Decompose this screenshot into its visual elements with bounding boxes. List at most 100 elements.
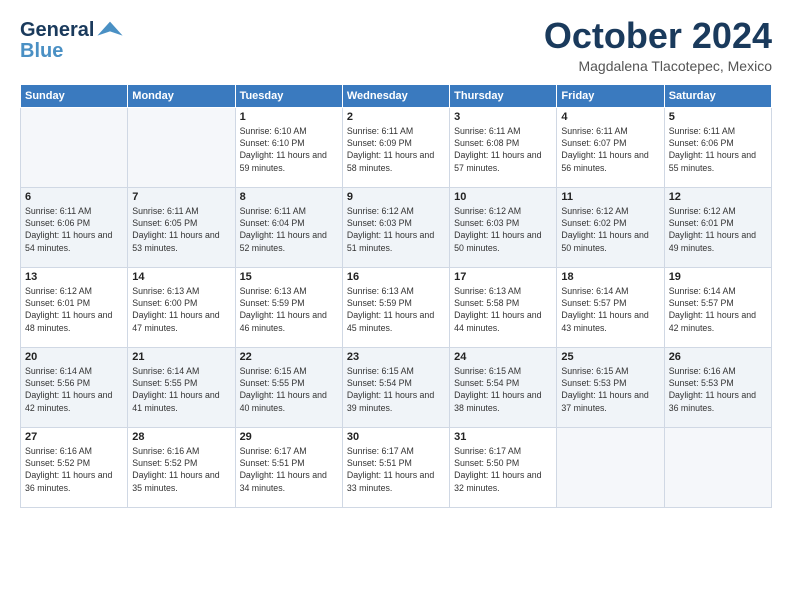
day-info: Sunrise: 6:11 AM Sunset: 6:07 PM Dayligh…	[561, 125, 659, 174]
day-number: 9	[347, 191, 445, 203]
day-number: 1	[240, 111, 338, 123]
day-info: Sunrise: 6:15 AM Sunset: 5:54 PM Dayligh…	[347, 365, 445, 414]
day-number: 12	[669, 191, 767, 203]
day-number: 22	[240, 351, 338, 363]
day-info: Sunrise: 6:16 AM Sunset: 5:52 PM Dayligh…	[132, 445, 230, 494]
col-tuesday: Tuesday	[235, 84, 342, 107]
day-number: 10	[454, 191, 552, 203]
table-row: 7Sunrise: 6:11 AM Sunset: 6:05 PM Daylig…	[128, 187, 235, 267]
day-info: Sunrise: 6:14 AM Sunset: 5:56 PM Dayligh…	[25, 365, 123, 414]
table-row: 27 Sunrise: 6:16 AM Sunset: 5:52 PM Dayli…	[21, 427, 128, 507]
table-row: 25 Sunrise: 6:15 AM Sunset: 5:53 PM Dayli…	[557, 347, 664, 427]
day-number: 20	[25, 351, 123, 363]
logo-blue: Blue	[20, 40, 63, 63]
table-row: 11 Sunrise: 6:12 AM Sunset: 6:02 PM Dayli…	[557, 187, 664, 267]
day-number: 14	[132, 271, 230, 283]
day-number: 4	[561, 111, 659, 123]
table-row: 18Sunrise: 6:14 AM Sunset: 5:57 PM Dayli…	[557, 267, 664, 347]
table-row	[557, 427, 664, 507]
day-number: 29	[240, 431, 338, 443]
month-title: October 2024	[544, 16, 772, 56]
day-number: 23	[347, 351, 445, 363]
col-sunday: Sunday	[21, 84, 128, 107]
day-number: 21	[132, 351, 230, 363]
day-info: Sunrise: 6:15 AM Sunset: 5:55 PM Dayligh…	[240, 365, 338, 414]
title-block: October 2024 Magdalena Tlacotepec, Mexic…	[544, 16, 772, 74]
location-title: Magdalena Tlacotepec, Mexico	[544, 58, 772, 74]
day-info: Sunrise: 6:15 AM Sunset: 5:53 PM Dayligh…	[561, 365, 659, 414]
day-number: 17	[454, 271, 552, 283]
day-info: Sunrise: 6:15 AM Sunset: 5:54 PM Dayligh…	[454, 365, 552, 414]
day-number: 5	[669, 111, 767, 123]
calendar-week-row: 20 Sunrise: 6:14 AM Sunset: 5:56 PM Dayli…	[21, 347, 772, 427]
table-row	[21, 107, 128, 187]
day-number: 16	[347, 271, 445, 283]
day-info: Sunrise: 6:12 AM Sunset: 6:01 PM Dayligh…	[669, 205, 767, 254]
day-number: 24	[454, 351, 552, 363]
day-info: Sunrise: 6:10 AM Sunset: 6:10 PM Dayligh…	[240, 125, 338, 174]
day-number: 31	[454, 431, 552, 443]
day-info: Sunrise: 6:16 AM Sunset: 5:52 PM Dayligh…	[25, 445, 123, 494]
table-row: 22 Sunrise: 6:15 AM Sunset: 5:55 PM Dayli…	[235, 347, 342, 427]
day-number: 6	[25, 191, 123, 203]
table-row: 16 Sunrise: 6:13 AM Sunset: 5:59 PM Dayli…	[342, 267, 449, 347]
table-row: 20 Sunrise: 6:14 AM Sunset: 5:56 PM Dayli…	[21, 347, 128, 427]
calendar-header-row: Sunday Monday Tuesday Wednesday Thursday…	[21, 84, 772, 107]
table-row: 6 Sunrise: 6:11 AM Sunset: 6:06 PM Daylig…	[21, 187, 128, 267]
table-row: 30 Sunrise: 6:17 AM Sunset: 5:51 PM Dayli…	[342, 427, 449, 507]
day-number: 19	[669, 271, 767, 283]
page: General Blue October 2024 Magdalena Tlac…	[0, 0, 792, 612]
table-row: 24 Sunrise: 6:15 AM Sunset: 5:54 PM Dayli…	[450, 347, 557, 427]
table-row: 1 Sunrise: 6:10 AM Sunset: 6:10 PM Daylig…	[235, 107, 342, 187]
day-info: Sunrise: 6:13 AM Sunset: 5:59 PM Dayligh…	[240, 285, 338, 334]
day-number: 25	[561, 351, 659, 363]
logo: General Blue	[20, 16, 124, 63]
table-row: 14Sunrise: 6:13 AM Sunset: 6:00 PM Dayli…	[128, 267, 235, 347]
day-info: Sunrise: 6:14 AM Sunset: 5:57 PM Dayligh…	[561, 285, 659, 334]
table-row: 23 Sunrise: 6:15 AM Sunset: 5:54 PM Dayli…	[342, 347, 449, 427]
day-number: 27	[25, 431, 123, 443]
day-info: Sunrise: 6:12 AM Sunset: 6:02 PM Dayligh…	[561, 205, 659, 254]
table-row: 13Sunrise: 6:12 AM Sunset: 6:01 PM Dayli…	[21, 267, 128, 347]
day-number: 11	[561, 191, 659, 203]
day-number: 30	[347, 431, 445, 443]
col-wednesday: Wednesday	[342, 84, 449, 107]
day-number: 2	[347, 111, 445, 123]
calendar-week-row: 1 Sunrise: 6:10 AM Sunset: 6:10 PM Daylig…	[21, 107, 772, 187]
day-number: 15	[240, 271, 338, 283]
day-info: Sunrise: 6:14 AM Sunset: 5:55 PM Dayligh…	[132, 365, 230, 414]
calendar-week-row: 6 Sunrise: 6:11 AM Sunset: 6:06 PM Daylig…	[21, 187, 772, 267]
table-row: 15 Sunrise: 6:13 AM Sunset: 5:59 PM Dayli…	[235, 267, 342, 347]
col-saturday: Saturday	[664, 84, 771, 107]
table-row: 29 Sunrise: 6:17 AM Sunset: 5:51 PM Dayli…	[235, 427, 342, 507]
table-row: 5 Sunrise: 6:11 AM Sunset: 6:06 PM Daylig…	[664, 107, 771, 187]
day-info: Sunrise: 6:17 AM Sunset: 5:51 PM Dayligh…	[240, 445, 338, 494]
day-info: Sunrise: 6:17 AM Sunset: 5:51 PM Dayligh…	[347, 445, 445, 494]
table-row: 2 Sunrise: 6:11 AM Sunset: 6:09 PM Daylig…	[342, 107, 449, 187]
day-info: Sunrise: 6:11 AM Sunset: 6:09 PM Dayligh…	[347, 125, 445, 174]
day-info: Sunrise: 6:17 AM Sunset: 5:50 PM Dayligh…	[454, 445, 552, 494]
table-row: 21 Sunrise: 6:14 AM Sunset: 5:55 PM Dayli…	[128, 347, 235, 427]
table-row: 12 Sunrise: 6:12 AM Sunset: 6:01 PM Dayli…	[664, 187, 771, 267]
day-info: Sunrise: 6:11 AM Sunset: 6:06 PM Dayligh…	[669, 125, 767, 174]
day-number: 7	[132, 191, 230, 203]
calendar-body: 1 Sunrise: 6:10 AM Sunset: 6:10 PM Daylig…	[21, 107, 772, 507]
calendar-table: Sunday Monday Tuesday Wednesday Thursday…	[20, 84, 772, 508]
day-info: Sunrise: 6:14 AM Sunset: 5:57 PM Dayligh…	[669, 285, 767, 334]
day-info: Sunrise: 6:11 AM Sunset: 6:08 PM Dayligh…	[454, 125, 552, 174]
table-row: 26Sunrise: 6:16 AM Sunset: 5:53 PM Dayli…	[664, 347, 771, 427]
day-info: Sunrise: 6:12 AM Sunset: 6:03 PM Dayligh…	[454, 205, 552, 254]
logo-bird-icon	[96, 16, 124, 44]
table-row: 17Sunrise: 6:13 AM Sunset: 5:58 PM Dayli…	[450, 267, 557, 347]
table-row: 19 Sunrise: 6:14 AM Sunset: 5:57 PM Dayli…	[664, 267, 771, 347]
day-number: 8	[240, 191, 338, 203]
table-row: 9 Sunrise: 6:12 AM Sunset: 6:03 PM Daylig…	[342, 187, 449, 267]
day-info: Sunrise: 6:13 AM Sunset: 5:59 PM Dayligh…	[347, 285, 445, 334]
table-row: 31 Sunrise: 6:17 AM Sunset: 5:50 PM Dayli…	[450, 427, 557, 507]
table-row: 8Sunrise: 6:11 AM Sunset: 6:04 PM Daylig…	[235, 187, 342, 267]
day-info: Sunrise: 6:11 AM Sunset: 6:06 PM Dayligh…	[25, 205, 123, 254]
table-row: 3Sunrise: 6:11 AM Sunset: 6:08 PM Daylig…	[450, 107, 557, 187]
col-monday: Monday	[128, 84, 235, 107]
day-info: Sunrise: 6:12 AM Sunset: 6:01 PM Dayligh…	[25, 285, 123, 334]
day-info: Sunrise: 6:12 AM Sunset: 6:03 PM Dayligh…	[347, 205, 445, 254]
